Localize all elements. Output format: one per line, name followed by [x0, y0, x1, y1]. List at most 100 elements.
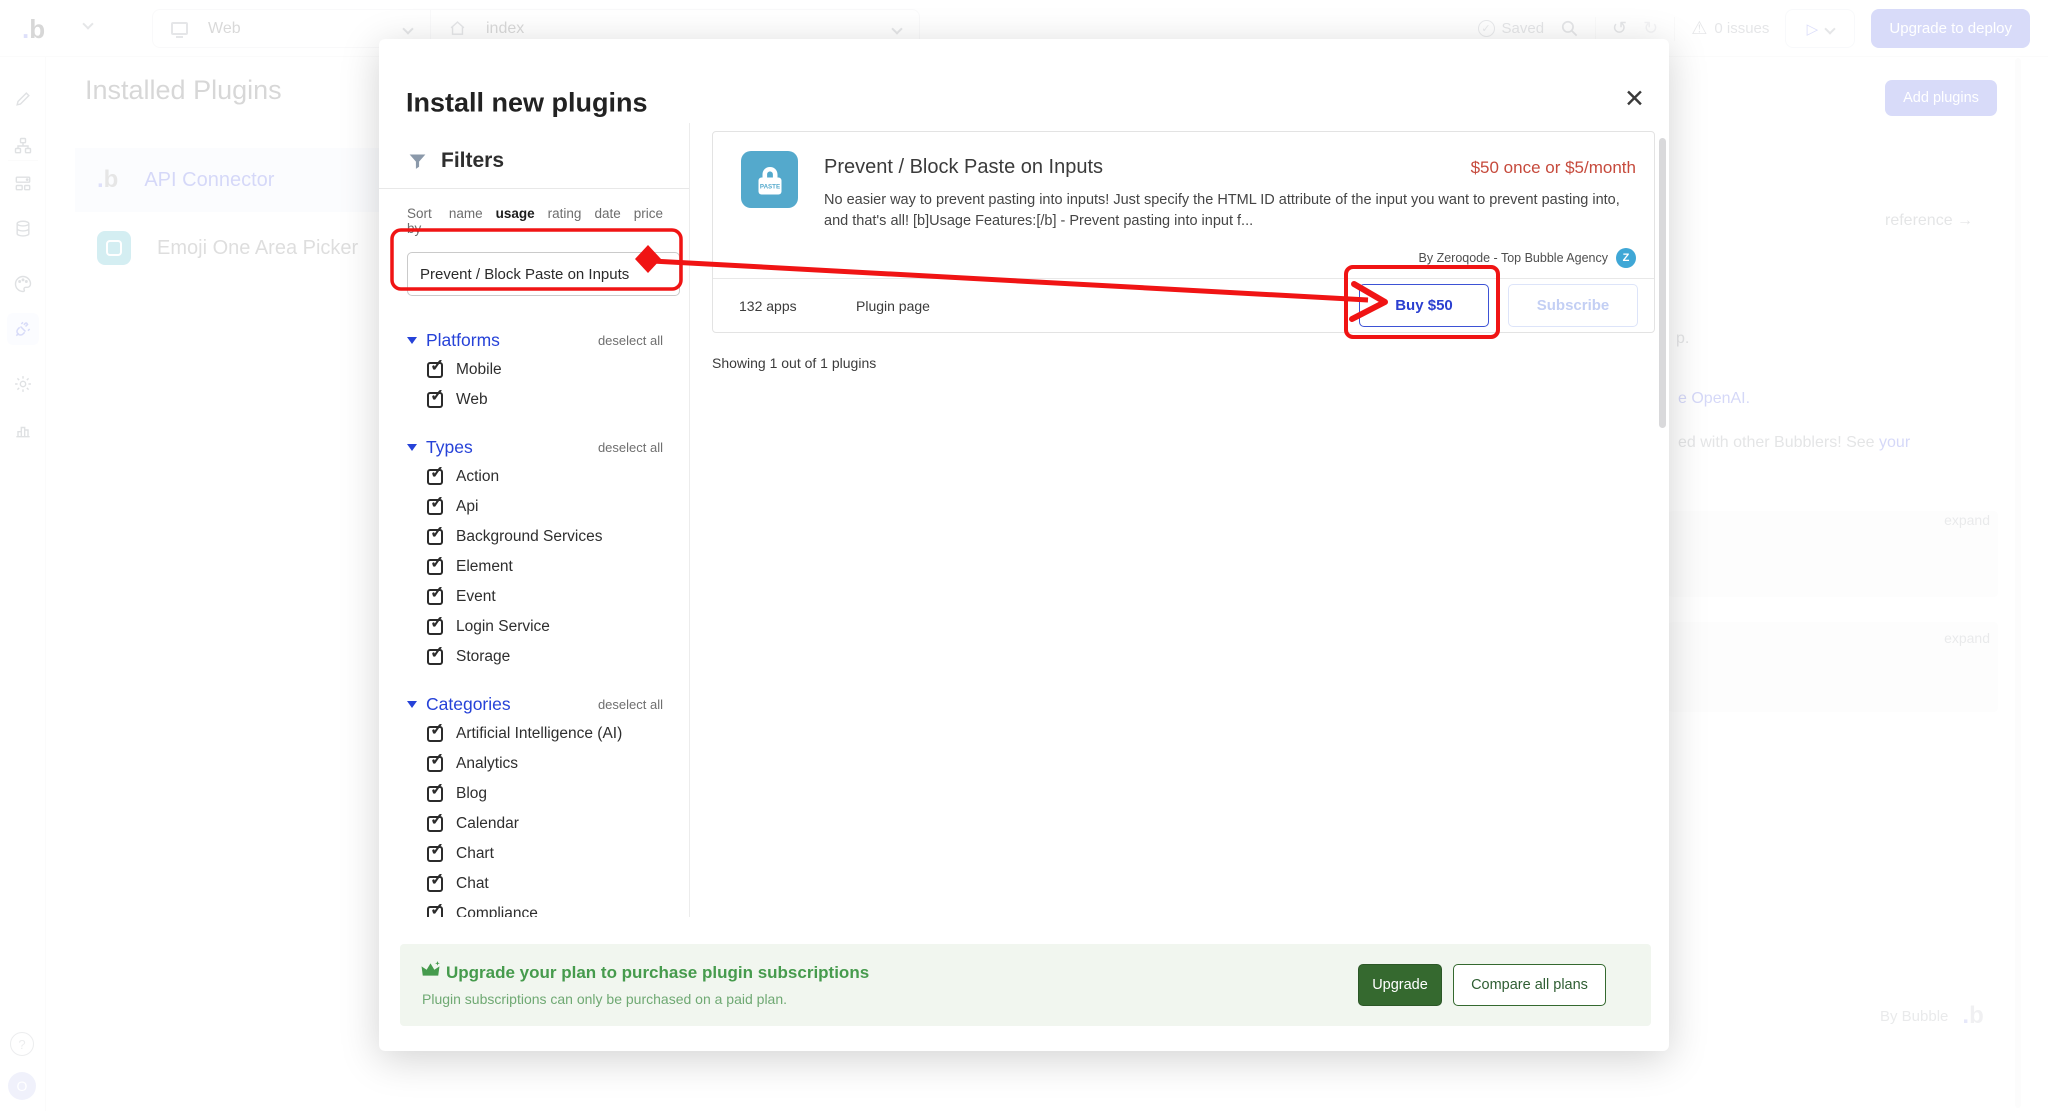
filter-checkbox-row[interactable]: Mobile	[407, 359, 663, 381]
sort-option-name[interactable]: name	[449, 206, 483, 221]
checkbox-checked-icon[interactable]	[427, 392, 443, 408]
checkbox-checked-icon[interactable]	[427, 756, 443, 772]
plugin-price: $50 once or $5/month	[1471, 158, 1636, 178]
filter-checkbox-row[interactable]: Action	[407, 466, 663, 488]
filters-header: Filters	[407, 149, 663, 173]
sort-option-price[interactable]: price	[634, 206, 663, 221]
checkbox-checked-icon[interactable]	[427, 816, 443, 832]
filter-option-label: Compliance	[456, 905, 538, 917]
filter-option-label: Api	[456, 498, 478, 516]
results-count: Showing 1 out of 1 plugins	[712, 355, 876, 371]
section-title[interactable]: Categories	[426, 694, 511, 715]
filter-checkbox-row[interactable]: Storage	[407, 646, 663, 668]
filter-section-platforms: Platforms deselect all Mobile Web	[407, 330, 663, 411]
filter-option-label: Storage	[456, 648, 510, 666]
crown-icon	[421, 961, 440, 978]
checkbox-checked-icon[interactable]	[427, 726, 443, 742]
section-title[interactable]: Platforms	[426, 330, 500, 351]
filter-checkbox-row[interactable]: Event	[407, 586, 663, 608]
filter-option-label: Mobile	[456, 361, 502, 379]
upgrade-button[interactable]: Upgrade	[1358, 964, 1442, 1006]
filters-panel: Filters Sort by name usage rating date p…	[379, 123, 690, 917]
triangle-down-icon	[407, 444, 417, 451]
checkbox-checked-icon[interactable]	[427, 529, 443, 545]
paste-lock-icon: PASTE	[741, 151, 798, 208]
plugin-page-link[interactable]: Plugin page	[856, 298, 930, 314]
plugin-card: PASTE Prevent / Block Paste on Inputs $5…	[712, 131, 1655, 333]
checkbox-checked-icon[interactable]	[427, 846, 443, 862]
filter-checkbox-row[interactable]: Chat	[407, 873, 663, 895]
filter-checkbox-row[interactable]: Api	[407, 496, 663, 518]
filter-checkbox-row[interactable]: Element	[407, 556, 663, 578]
filter-checkbox-row[interactable]: Background Services	[407, 526, 663, 548]
filter-checkbox-row[interactable]: Compliance	[407, 903, 663, 917]
filters-heading: Filters	[441, 149, 504, 173]
filter-checkbox-row[interactable]: Login Service	[407, 616, 663, 638]
section-header: Platforms deselect all	[407, 330, 663, 351]
close-icon[interactable]: ✕	[1624, 87, 1645, 112]
sort-option-rating[interactable]: rating	[548, 206, 582, 221]
checkbox-checked-icon[interactable]	[427, 906, 443, 917]
install-plugins-modal: Install new plugins ✕ Filters Sort by na…	[379, 39, 1669, 1051]
apps-count: 132 apps	[739, 298, 797, 314]
plugin-byline: By Zeroqode - Top Bubble Agency Z	[1419, 248, 1636, 268]
filter-checkbox-row[interactable]: Artificial Intelligence (AI)	[407, 723, 663, 745]
section-header: Categories deselect all	[407, 694, 663, 715]
upgrade-banner: Upgrade your plan to purchase plugin sub…	[400, 944, 1651, 1026]
buy-button[interactable]: Buy $50	[1359, 284, 1489, 327]
plugin-description: No easier way to prevent pasting into in…	[824, 190, 1644, 233]
checkbox-checked-icon[interactable]	[427, 589, 443, 605]
checkbox-checked-icon[interactable]	[427, 876, 443, 892]
divider	[379, 188, 690, 189]
filter-option-label: Event	[456, 588, 496, 606]
sort-option-date[interactable]: date	[594, 206, 620, 221]
sort-option-usage[interactable]: usage	[496, 206, 535, 221]
filter-option-label: Chat	[456, 875, 489, 893]
plugin-search-input[interactable]	[407, 252, 680, 296]
filters-scrollbar-thumb[interactable]	[1659, 138, 1666, 428]
deselect-all-link[interactable]: deselect all	[598, 697, 663, 712]
checkbox-checked-icon[interactable]	[427, 786, 443, 802]
plugin-search-wrap	[399, 245, 688, 304]
checkbox-checked-icon[interactable]	[427, 499, 443, 515]
section-header: Types deselect all	[407, 437, 663, 458]
checkbox-checked-icon[interactable]	[427, 362, 443, 378]
svg-text:PASTE: PASTE	[759, 183, 779, 190]
filter-option-label: Background Services	[456, 528, 602, 546]
filter-option-label: Action	[456, 468, 499, 486]
filter-option-label: Blog	[456, 785, 487, 803]
banner-heading: Upgrade your plan to purchase plugin sub…	[446, 963, 869, 983]
filter-checkbox-row[interactable]: Chart	[407, 843, 663, 865]
bubble-editor-screen: .b Web index ✓ Saved	[0, 0, 2048, 1111]
deselect-all-link[interactable]: deselect all	[598, 333, 663, 348]
sort-by-label: Sort by	[407, 206, 436, 236]
filter-checkbox-row[interactable]: Analytics	[407, 753, 663, 775]
zeroqode-badge: Z	[1616, 248, 1636, 268]
subscribe-button: Subscribe	[1508, 284, 1638, 327]
filter-section-types: Types deselect all Action Api	[407, 437, 663, 668]
checkbox-checked-icon[interactable]	[427, 469, 443, 485]
filter-option-label: Web	[456, 391, 488, 409]
filter-option-label: Calendar	[456, 815, 519, 833]
filter-option-label: Artificial Intelligence (AI)	[456, 725, 622, 743]
compare-plans-button[interactable]: Compare all plans	[1453, 964, 1606, 1006]
filter-checkbox-row[interactable]: Web	[407, 389, 663, 411]
sort-row: Sort by name usage rating date price	[407, 206, 663, 236]
filter-checkbox-row[interactable]: Calendar	[407, 813, 663, 835]
triangle-down-icon	[407, 337, 417, 344]
filter-option-label: Analytics	[456, 755, 518, 773]
section-title[interactable]: Types	[426, 437, 473, 458]
filter-checkbox-row[interactable]: Blog	[407, 783, 663, 805]
checkbox-checked-icon[interactable]	[427, 559, 443, 575]
triangle-down-icon	[407, 701, 417, 708]
deselect-all-link[interactable]: deselect all	[598, 440, 663, 455]
filter-option-label: Login Service	[456, 618, 550, 636]
filter-section-categories: Categories deselect all Artificial Intel…	[407, 694, 663, 917]
plugin-card-footer: 132 apps Plugin page Buy $50 Subscribe	[713, 279, 1654, 334]
banner-subtext: Plugin subscriptions can only be purchas…	[422, 991, 787, 1007]
plugin-title: Prevent / Block Paste on Inputs	[824, 156, 1103, 179]
checkbox-checked-icon[interactable]	[427, 619, 443, 635]
modal-title: Install new plugins	[406, 88, 648, 119]
checkbox-checked-icon[interactable]	[427, 649, 443, 665]
filter-option-label: Chart	[456, 845, 494, 863]
